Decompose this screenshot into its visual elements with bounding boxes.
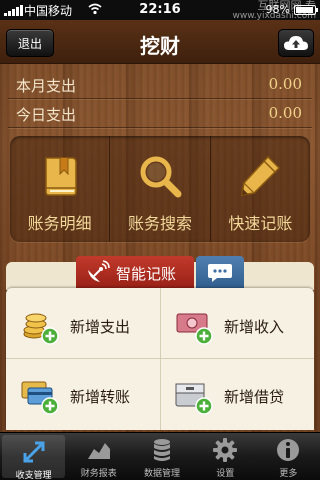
add-loan-label: 新增借贷 (224, 388, 285, 406)
tab-settings[interactable]: 设置 (194, 433, 257, 480)
tab-more[interactable]: 更多 (257, 433, 320, 480)
gear-icon (213, 438, 238, 462)
quick-ledger-label: 账务明细 (27, 214, 92, 233)
tab-more-label: 更多 (279, 469, 298, 479)
month-expense-value: 0.00 (268, 75, 302, 93)
ledger-book-icon (44, 157, 77, 196)
quick-search-button[interactable]: 账务搜索 (110, 136, 211, 242)
quick-ledger-button[interactable]: 账务明细 (10, 136, 111, 242)
tab-smart-record-label: 智能记账 (116, 265, 177, 283)
pencil-icon (241, 155, 281, 196)
add-expense-button[interactable]: 新增支出 (6, 290, 160, 360)
add-income-button[interactable]: 新增收入 (160, 290, 314, 360)
app-screen: 中国移动 22:16 98% 互联网网 专 www.yixdashi.com 退… (0, 0, 320, 480)
tab-reports[interactable]: 财务报表 (67, 433, 130, 480)
tab-data-label: 数据管理 (144, 469, 181, 479)
page-title: 挖财 (140, 34, 180, 58)
arrows-expand-icon (23, 441, 45, 463)
month-expense-row: 本月支出 0.00 (0, 72, 320, 98)
quick-record-label: 快速记账 (228, 214, 293, 233)
add-loan-button[interactable]: 新增借贷 (160, 360, 314, 430)
tab-data[interactable]: 数据管理 (130, 433, 193, 480)
watermark: 互联网网 专 www.yixdashi.com (233, 0, 316, 22)
cloud-upload-icon (284, 36, 308, 50)
divider (8, 98, 312, 99)
satellite-dish-icon (88, 260, 110, 282)
today-expense-row: 今日支出 0.00 (0, 101, 320, 127)
tab-income-expense-label: 收支管理 (15, 471, 52, 480)
coins-add-icon (23, 313, 59, 345)
chat-bubble-icon (208, 264, 232, 282)
tab-smart-record[interactable]: 智能记账 (76, 256, 194, 290)
add-income-label: 新增收入 (224, 318, 285, 336)
cloud-sync-button[interactable] (278, 29, 314, 57)
tab-messages[interactable] (196, 256, 244, 290)
info-icon (277, 439, 300, 461)
add-transfer-label: 新增转账 (70, 388, 131, 406)
tab-income-expense[interactable]: 收支管理 (2, 435, 66, 480)
add-expense-label: 新增支出 (70, 318, 131, 336)
chart-icon (87, 443, 110, 459)
quick-actions-panel: 账务明细 账务搜索 快速记账 (10, 136, 310, 242)
today-expense-label: 今日支出 (16, 106, 77, 124)
today-expense-value: 0.00 (268, 104, 302, 122)
search-icon (140, 156, 182, 198)
status-bar: 中国移动 22:16 98% 互联网网 专 www.yixdashi.com (0, 0, 320, 22)
tab-settings-label: 设置 (216, 469, 235, 479)
drawer-add-icon (175, 383, 213, 415)
add-transfer-button[interactable]: 新增转账 (6, 360, 160, 430)
cash-add-icon (176, 313, 213, 345)
watermark-line1: 互联网网 专 (257, 0, 317, 12)
quick-search-label: 账务搜索 (127, 214, 192, 233)
actions-card: 新增支出 新增收入 新增转账 新增借贷 (6, 288, 314, 430)
tab-reports-label: 财务报表 (80, 469, 117, 479)
cards-add-icon (21, 381, 59, 415)
tab-bar: 收支管理 财务报表 数据管理 设置 更多 (0, 432, 320, 480)
month-expense-label: 本月支出 (16, 77, 77, 95)
quick-record-button[interactable]: 快速记账 (211, 136, 310, 242)
nav-bar: 退出 挖财 (0, 20, 320, 64)
database-icon (154, 439, 170, 461)
divider (8, 127, 312, 128)
